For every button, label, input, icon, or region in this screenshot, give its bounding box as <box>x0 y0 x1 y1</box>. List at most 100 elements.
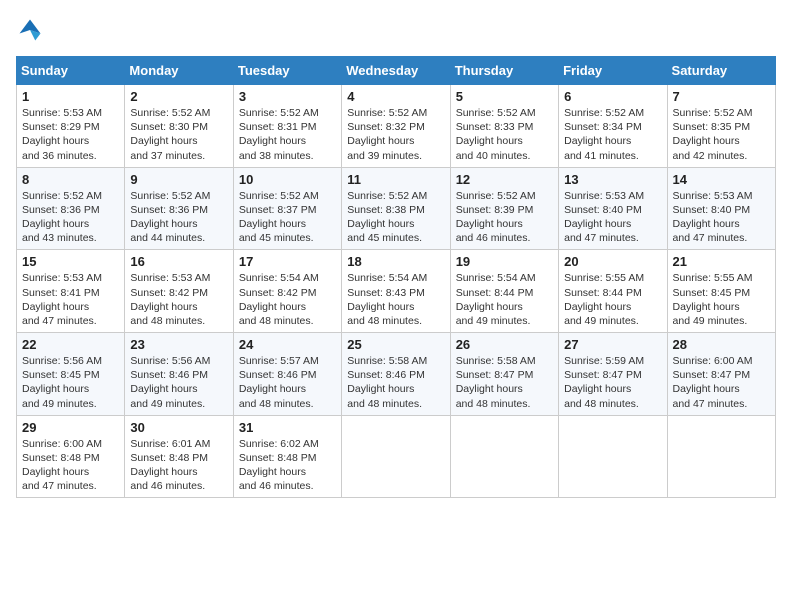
calendar-cell: 14 Sunrise: 5:53 AM Sunset: 8:40 PM Dayl… <box>667 167 775 250</box>
day-info: Sunrise: 5:52 AM Sunset: 8:33 PM Dayligh… <box>456 106 553 163</box>
day-info: Sunrise: 5:54 AM Sunset: 8:42 PM Dayligh… <box>239 271 336 328</box>
day-info: Sunrise: 5:55 AM Sunset: 8:44 PM Dayligh… <box>564 271 661 328</box>
day-info: Sunrise: 5:54 AM Sunset: 8:43 PM Dayligh… <box>347 271 444 328</box>
calendar-cell: 6 Sunrise: 5:52 AM Sunset: 8:34 PM Dayli… <box>559 85 667 168</box>
day-number: 1 <box>22 89 119 104</box>
calendar-cell: 20 Sunrise: 5:55 AM Sunset: 8:44 PM Dayl… <box>559 250 667 333</box>
calendar-week-1: 1 Sunrise: 5:53 AM Sunset: 8:29 PM Dayli… <box>17 85 776 168</box>
day-number: 3 <box>239 89 336 104</box>
calendar-cell: 18 Sunrise: 5:54 AM Sunset: 8:43 PM Dayl… <box>342 250 450 333</box>
day-info: Sunrise: 5:52 AM Sunset: 8:32 PM Dayligh… <box>347 106 444 163</box>
day-info: Sunrise: 5:59 AM Sunset: 8:47 PM Dayligh… <box>564 354 661 411</box>
day-info: Sunrise: 5:52 AM Sunset: 8:35 PM Dayligh… <box>673 106 770 163</box>
day-info: Sunrise: 6:00 AM Sunset: 8:48 PM Dayligh… <box>22 437 119 494</box>
day-number: 23 <box>130 337 227 352</box>
day-number: 30 <box>130 420 227 435</box>
calendar-cell: 9 Sunrise: 5:52 AM Sunset: 8:36 PM Dayli… <box>125 167 233 250</box>
day-info: Sunrise: 5:58 AM Sunset: 8:46 PM Dayligh… <box>347 354 444 411</box>
calendar-cell: 26 Sunrise: 5:58 AM Sunset: 8:47 PM Dayl… <box>450 333 558 416</box>
day-number: 13 <box>564 172 661 187</box>
day-info: Sunrise: 5:52 AM Sunset: 8:37 PM Dayligh… <box>239 189 336 246</box>
calendar-cell: 30 Sunrise: 6:01 AM Sunset: 8:48 PM Dayl… <box>125 415 233 498</box>
day-info: Sunrise: 5:53 AM Sunset: 8:40 PM Dayligh… <box>673 189 770 246</box>
day-info: Sunrise: 5:55 AM Sunset: 8:45 PM Dayligh… <box>673 271 770 328</box>
calendar-cell: 27 Sunrise: 5:59 AM Sunset: 8:47 PM Dayl… <box>559 333 667 416</box>
calendar-header-row: SundayMondayTuesdayWednesdayThursdayFrid… <box>17 57 776 85</box>
day-number: 18 <box>347 254 444 269</box>
day-info: Sunrise: 5:54 AM Sunset: 8:44 PM Dayligh… <box>456 271 553 328</box>
day-number: 2 <box>130 89 227 104</box>
day-number: 11 <box>347 172 444 187</box>
day-number: 24 <box>239 337 336 352</box>
day-info: Sunrise: 5:52 AM Sunset: 8:36 PM Dayligh… <box>22 189 119 246</box>
calendar-cell: 28 Sunrise: 6:00 AM Sunset: 8:47 PM Dayl… <box>667 333 775 416</box>
calendar-cell: 17 Sunrise: 5:54 AM Sunset: 8:42 PM Dayl… <box>233 250 341 333</box>
calendar-cell <box>667 415 775 498</box>
day-number: 9 <box>130 172 227 187</box>
day-number: 17 <box>239 254 336 269</box>
day-info: Sunrise: 5:56 AM Sunset: 8:45 PM Dayligh… <box>22 354 119 411</box>
calendar-table: SundayMondayTuesdayWednesdayThursdayFrid… <box>16 56 776 498</box>
calendar-cell: 25 Sunrise: 5:58 AM Sunset: 8:46 PM Dayl… <box>342 333 450 416</box>
day-number: 27 <box>564 337 661 352</box>
page-header <box>16 16 776 44</box>
day-info: Sunrise: 5:52 AM Sunset: 8:39 PM Dayligh… <box>456 189 553 246</box>
day-info: Sunrise: 5:52 AM Sunset: 8:34 PM Dayligh… <box>564 106 661 163</box>
day-info: Sunrise: 5:52 AM Sunset: 8:36 PM Dayligh… <box>130 189 227 246</box>
calendar-cell: 16 Sunrise: 5:53 AM Sunset: 8:42 PM Dayl… <box>125 250 233 333</box>
calendar-cell: 31 Sunrise: 6:02 AM Sunset: 8:48 PM Dayl… <box>233 415 341 498</box>
day-number: 16 <box>130 254 227 269</box>
calendar-cell: 29 Sunrise: 6:00 AM Sunset: 8:48 PM Dayl… <box>17 415 125 498</box>
calendar-cell <box>559 415 667 498</box>
col-header-thursday: Thursday <box>450 57 558 85</box>
day-info: Sunrise: 5:57 AM Sunset: 8:46 PM Dayligh… <box>239 354 336 411</box>
day-info: Sunrise: 5:52 AM Sunset: 8:31 PM Dayligh… <box>239 106 336 163</box>
day-info: Sunrise: 5:56 AM Sunset: 8:46 PM Dayligh… <box>130 354 227 411</box>
day-number: 21 <box>673 254 770 269</box>
calendar-cell: 21 Sunrise: 5:55 AM Sunset: 8:45 PM Dayl… <box>667 250 775 333</box>
day-number: 4 <box>347 89 444 104</box>
calendar-cell: 7 Sunrise: 5:52 AM Sunset: 8:35 PM Dayli… <box>667 85 775 168</box>
day-number: 31 <box>239 420 336 435</box>
day-info: Sunrise: 6:02 AM Sunset: 8:48 PM Dayligh… <box>239 437 336 494</box>
day-number: 7 <box>673 89 770 104</box>
day-number: 6 <box>564 89 661 104</box>
calendar-cell: 2 Sunrise: 5:52 AM Sunset: 8:30 PM Dayli… <box>125 85 233 168</box>
day-info: Sunrise: 5:52 AM Sunset: 8:38 PM Dayligh… <box>347 189 444 246</box>
day-number: 28 <box>673 337 770 352</box>
calendar-cell: 23 Sunrise: 5:56 AM Sunset: 8:46 PM Dayl… <box>125 333 233 416</box>
calendar-cell: 22 Sunrise: 5:56 AM Sunset: 8:45 PM Dayl… <box>17 333 125 416</box>
calendar-body: 1 Sunrise: 5:53 AM Sunset: 8:29 PM Dayli… <box>17 85 776 498</box>
day-number: 20 <box>564 254 661 269</box>
day-number: 25 <box>347 337 444 352</box>
day-info: Sunrise: 5:53 AM Sunset: 8:40 PM Dayligh… <box>564 189 661 246</box>
col-header-friday: Friday <box>559 57 667 85</box>
calendar-cell: 11 Sunrise: 5:52 AM Sunset: 8:38 PM Dayl… <box>342 167 450 250</box>
logo <box>16 16 48 44</box>
logo-icon <box>16 16 44 44</box>
calendar-cell: 13 Sunrise: 5:53 AM Sunset: 8:40 PM Dayl… <box>559 167 667 250</box>
day-number: 15 <box>22 254 119 269</box>
calendar-cell: 8 Sunrise: 5:52 AM Sunset: 8:36 PM Dayli… <box>17 167 125 250</box>
day-number: 5 <box>456 89 553 104</box>
calendar-week-4: 22 Sunrise: 5:56 AM Sunset: 8:45 PM Dayl… <box>17 333 776 416</box>
day-number: 22 <box>22 337 119 352</box>
calendar-cell <box>450 415 558 498</box>
col-header-wednesday: Wednesday <box>342 57 450 85</box>
day-info: Sunrise: 5:53 AM Sunset: 8:41 PM Dayligh… <box>22 271 119 328</box>
calendar-cell: 19 Sunrise: 5:54 AM Sunset: 8:44 PM Dayl… <box>450 250 558 333</box>
day-number: 19 <box>456 254 553 269</box>
calendar-cell: 12 Sunrise: 5:52 AM Sunset: 8:39 PM Dayl… <box>450 167 558 250</box>
day-number: 10 <box>239 172 336 187</box>
calendar-week-3: 15 Sunrise: 5:53 AM Sunset: 8:41 PM Dayl… <box>17 250 776 333</box>
calendar-week-2: 8 Sunrise: 5:52 AM Sunset: 8:36 PM Dayli… <box>17 167 776 250</box>
calendar-cell: 24 Sunrise: 5:57 AM Sunset: 8:46 PM Dayl… <box>233 333 341 416</box>
day-number: 26 <box>456 337 553 352</box>
calendar-cell: 1 Sunrise: 5:53 AM Sunset: 8:29 PM Dayli… <box>17 85 125 168</box>
day-number: 12 <box>456 172 553 187</box>
calendar-week-5: 29 Sunrise: 6:00 AM Sunset: 8:48 PM Dayl… <box>17 415 776 498</box>
day-info: Sunrise: 5:58 AM Sunset: 8:47 PM Dayligh… <box>456 354 553 411</box>
col-header-tuesday: Tuesday <box>233 57 341 85</box>
calendar-cell <box>342 415 450 498</box>
day-number: 14 <box>673 172 770 187</box>
